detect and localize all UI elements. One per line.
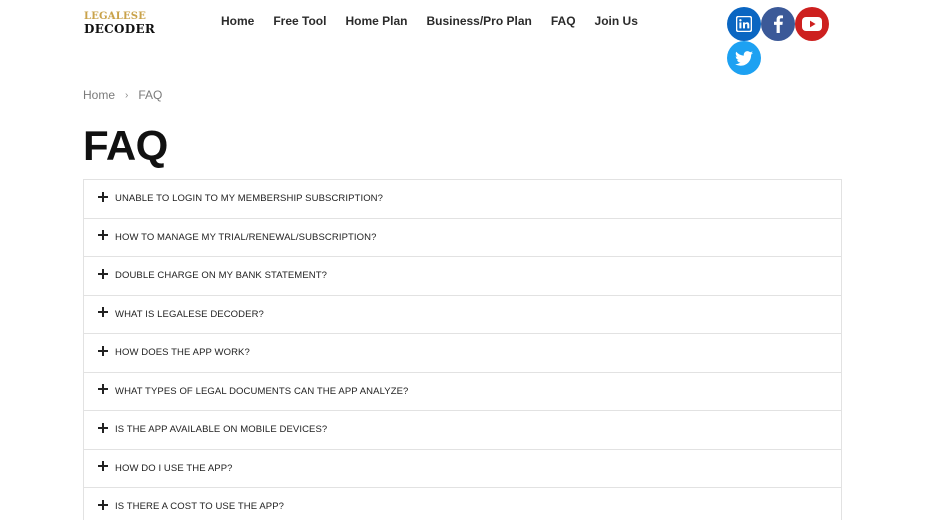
faq-item[interactable]: DOUBLE CHARGE ON MY BANK STATEMENT? [83,257,842,296]
chevron-right-icon: › [125,89,129,101]
faq-question: DOUBLE CHARGE ON MY BANK STATEMENT? [115,270,328,282]
plus-icon [98,384,108,395]
page-title: FAQ [83,122,168,169]
twitter-icon [735,50,753,66]
page: LEGALESE DECODER Home Free Tool Home Pla… [0,0,925,520]
nav-item-business-pro-plan[interactable]: Business/Pro Plan [426,14,531,28]
nav-item-home[interactable]: Home [221,14,254,28]
faq-question: HOW TO MANAGE MY TRIAL/RENEWAL/SUBSCRIPT… [115,231,377,243]
site-logo[interactable]: LEGALESE DECODER [84,11,156,38]
nav-item-faq[interactable]: FAQ [551,14,576,28]
nav-item-free-tool[interactable]: Free Tool [273,14,326,28]
logo-top-text: LEGALESE [84,11,147,22]
faq-item[interactable]: WHAT IS LEGALESE DECODER? [83,295,842,334]
youtube-button[interactable] [795,7,829,41]
plus-icon [98,422,108,433]
faq-question: HOW DO I USE THE APP? [115,462,233,474]
faq-item[interactable]: HOW TO MANAGE MY TRIAL/RENEWAL/SUBSCRIPT… [83,218,842,257]
breadcrumb: Home › FAQ [83,88,162,102]
faq-question: IS THERE A COST TO USE THE APP? [115,501,285,513]
plus-icon [98,230,108,241]
plus-icon [98,345,108,356]
breadcrumb-home[interactable]: Home [83,88,115,102]
faq-item[interactable]: HOW DO I USE THE APP? [83,449,842,488]
faq-question: WHAT TYPES OF LEGAL DOCUMENTS CAN THE AP… [115,385,409,397]
faq-accordion: UNABLE TO LOGIN TO MY MEMBERSHIP SUBSCRI… [83,179,842,520]
plus-icon [98,499,108,510]
faq-question: WHAT IS LEGALESE DECODER? [115,308,264,320]
faq-question: HOW DOES THE APP WORK? [115,347,250,359]
logo-bottom-text: DECODER [84,22,156,36]
nav-item-home-plan[interactable]: Home Plan [345,14,407,28]
faq-question: IS THE APP AVAILABLE ON MOBILE DEVICES? [115,424,328,436]
faq-item[interactable]: IS THERE A COST TO USE THE APP? [83,488,842,520]
twitter-button[interactable] [727,41,761,75]
faq-item[interactable]: UNABLE TO LOGIN TO MY MEMBERSHIP SUBSCRI… [83,180,842,219]
facebook-button[interactable] [761,7,795,41]
plus-icon [98,268,108,279]
faq-item[interactable]: HOW DOES THE APP WORK? [83,334,842,373]
facebook-icon [774,15,783,33]
faq-question: UNABLE TO LOGIN TO MY MEMBERSHIP SUBSCRI… [115,193,384,205]
main-nav: Home Free Tool Home Plan Business/Pro Pl… [221,14,638,28]
faq-item[interactable]: WHAT TYPES OF LEGAL DOCUMENTS CAN THE AP… [83,372,842,411]
linkedin-button[interactable] [727,7,761,41]
nav-item-join-us[interactable]: Join Us [595,14,638,28]
plus-icon [98,461,108,472]
linkedin-icon [736,16,752,32]
youtube-icon [802,17,822,31]
plus-icon [98,307,108,318]
breadcrumb-current: FAQ [138,88,163,102]
faq-item[interactable]: IS THE APP AVAILABLE ON MOBILE DEVICES? [83,411,842,450]
plus-icon [98,191,108,202]
